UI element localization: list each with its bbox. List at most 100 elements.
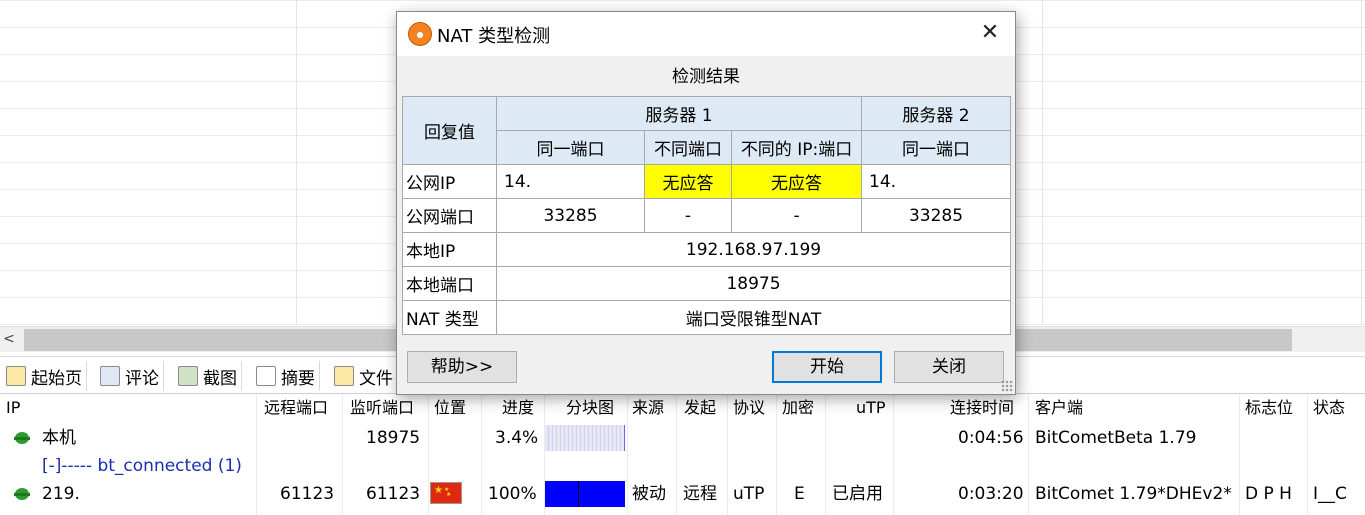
public-port-value: 33285 bbox=[861, 198, 1012, 233]
server2-header: 服务器 2 bbox=[861, 96, 1012, 131]
column-header-source[interactable]: 来源 bbox=[632, 394, 664, 422]
peer-connection-time: 0:04:56 bbox=[958, 428, 1024, 448]
peer-source: 被动 bbox=[632, 484, 666, 504]
close-button[interactable]: 关闭 bbox=[894, 351, 1004, 383]
peer-status-icon bbox=[14, 488, 30, 500]
screenshot-icon bbox=[178, 366, 198, 386]
piece-map-separator bbox=[578, 481, 579, 507]
dialog-titlebar[interactable]: NAT 类型检测 ✕ bbox=[397, 12, 1015, 56]
nat-type-label: NAT 类型 bbox=[402, 300, 497, 335]
china-flag-icon: ★ ★ ★ bbox=[430, 482, 462, 504]
column-divider bbox=[256, 394, 257, 515]
column-divider bbox=[1028, 394, 1029, 515]
tab-summary[interactable]: 摘要 bbox=[252, 361, 320, 391]
column-header-connection-time[interactable]: 连接时间 bbox=[950, 394, 1014, 422]
public-port-value: - bbox=[644, 198, 732, 233]
tab-label: 摘要 bbox=[281, 368, 315, 389]
peer-connection-time: 0:03:20 bbox=[958, 484, 1024, 504]
peer-ip[interactable]: 219. bbox=[42, 480, 80, 508]
column-divider bbox=[676, 394, 677, 515]
peer-group-toggle[interactable]: [-]----- bt_connected (1) bbox=[42, 452, 242, 480]
peer-client: BitComet 1.79*DHEv2* bbox=[1035, 484, 1232, 504]
grid-line bbox=[1042, 0, 1043, 325]
column-divider bbox=[1307, 394, 1308, 515]
peer-status: I__C bbox=[1313, 484, 1347, 504]
column-divider bbox=[428, 394, 429, 515]
peer-listen-port: 61123 bbox=[366, 484, 421, 504]
column-header-location[interactable]: 位置 bbox=[434, 394, 466, 422]
peer-ip[interactable]: 本机 bbox=[42, 424, 76, 452]
nat-type-value: 端口受限锥型NAT bbox=[495, 300, 1012, 335]
column-header-protocol[interactable]: 协议 bbox=[733, 394, 765, 422]
public-port-value: 33285 bbox=[496, 198, 645, 233]
no-response-cell: 无应答 bbox=[644, 164, 732, 199]
tab-screenshots[interactable]: 截图 bbox=[174, 361, 242, 391]
peer-remote-port: 61123 bbox=[280, 484, 335, 504]
column-divider bbox=[1239, 394, 1240, 515]
column-header-client[interactable]: 客户端 bbox=[1035, 394, 1083, 422]
column-header-remote-port[interactable]: 远程端口 bbox=[264, 394, 328, 422]
public-ip-value: 14. bbox=[861, 164, 1012, 199]
grid-line bbox=[296, 0, 297, 325]
column-header-encryption[interactable]: 加密 bbox=[782, 394, 814, 422]
column-header-piece-map[interactable]: 分块图 bbox=[566, 394, 614, 422]
tab-start-page[interactable]: 起始页 bbox=[2, 361, 87, 391]
diff-port-header: 不同端口 bbox=[644, 130, 732, 165]
public-ip-label: 公网IP bbox=[402, 164, 497, 199]
column-header-listen-port[interactable]: 监听端口 bbox=[350, 394, 414, 422]
reply-header: 回复值 bbox=[402, 96, 497, 165]
column-header-utp[interactable]: uTP bbox=[856, 394, 886, 422]
peer-flags: D P H bbox=[1245, 484, 1292, 504]
column-divider bbox=[627, 394, 628, 515]
close-icon[interactable]: ✕ bbox=[977, 22, 1003, 46]
local-ip-label: 本地IP bbox=[402, 232, 497, 267]
tab-files[interactable]: 文件 bbox=[330, 361, 397, 391]
local-ip-value: 192.168.97.199 bbox=[495, 232, 1012, 267]
peer-listen-port: 18975 bbox=[366, 428, 421, 448]
file-icon bbox=[334, 366, 354, 386]
peer-status-icon bbox=[14, 432, 30, 444]
local-port-label: 本地端口 bbox=[402, 266, 497, 301]
no-response-cell: 无应答 bbox=[730, 164, 863, 199]
peer-utp: 已启用 bbox=[832, 484, 883, 504]
column-header-initiator[interactable]: 发起 bbox=[684, 394, 716, 422]
column-header-ip[interactable]: IP bbox=[6, 394, 20, 422]
tab-label: 截图 bbox=[203, 368, 237, 389]
column-divider bbox=[825, 394, 826, 515]
peer-initiator: 远程 bbox=[683, 484, 717, 504]
piece-map-bar bbox=[545, 481, 625, 507]
nat-detection-dialog: NAT 类型检测 ✕ 检测结果 回复值 服务器 1 服务器 2 同一端口 不同端… bbox=[396, 11, 1016, 395]
peer-encryption: E bbox=[794, 484, 805, 504]
public-port-value: - bbox=[730, 198, 863, 233]
tab-label: 评论 bbox=[125, 368, 159, 389]
start-button[interactable]: 开始 bbox=[772, 351, 882, 383]
screen: { "dialog": { "title": "NAT 类型检测", "clos… bbox=[0, 0, 1365, 515]
tab-label: 起始页 bbox=[31, 368, 82, 389]
section-title: 检测结果 bbox=[672, 67, 740, 87]
resize-grip-icon[interactable] bbox=[1001, 380, 1013, 392]
piece-map-bar bbox=[545, 425, 625, 451]
peer-client: BitCometBeta 1.79 bbox=[1035, 428, 1197, 448]
grid-line bbox=[1361, 0, 1362, 325]
server1-header: 服务器 1 bbox=[495, 96, 863, 131]
help-button[interactable]: 帮助>> bbox=[407, 351, 517, 383]
column-divider bbox=[727, 394, 728, 515]
home-page-icon bbox=[6, 366, 26, 386]
same-port-header: 同一端口 bbox=[496, 130, 645, 165]
public-ip-value: 14. bbox=[496, 164, 645, 199]
bitcomet-logo-icon bbox=[408, 22, 432, 46]
dialog-title: NAT 类型检测 bbox=[437, 26, 551, 47]
tab-label: 文件 bbox=[359, 368, 393, 389]
tab-comments[interactable]: 评论 bbox=[96, 361, 164, 391]
column-header-progress[interactable]: 进度 bbox=[502, 394, 534, 422]
column-divider bbox=[893, 394, 894, 515]
public-port-label: 公网端口 bbox=[402, 198, 497, 233]
local-port-value: 18975 bbox=[495, 266, 1012, 301]
column-header-status[interactable]: 状态 bbox=[1313, 394, 1345, 422]
nat-result-table: 回复值 服务器 1 服务器 2 同一端口 不同端口 不同的 IP:端口 同一端口… bbox=[402, 96, 1012, 335]
diff-ip-port-header: 不同的 IP:端口 bbox=[730, 130, 863, 165]
summary-icon bbox=[256, 366, 276, 386]
peer-progress: 100% bbox=[488, 484, 537, 504]
scroll-left-icon[interactable]: < bbox=[0, 331, 18, 347]
column-header-flags[interactable]: 标志位 bbox=[1245, 394, 1293, 422]
